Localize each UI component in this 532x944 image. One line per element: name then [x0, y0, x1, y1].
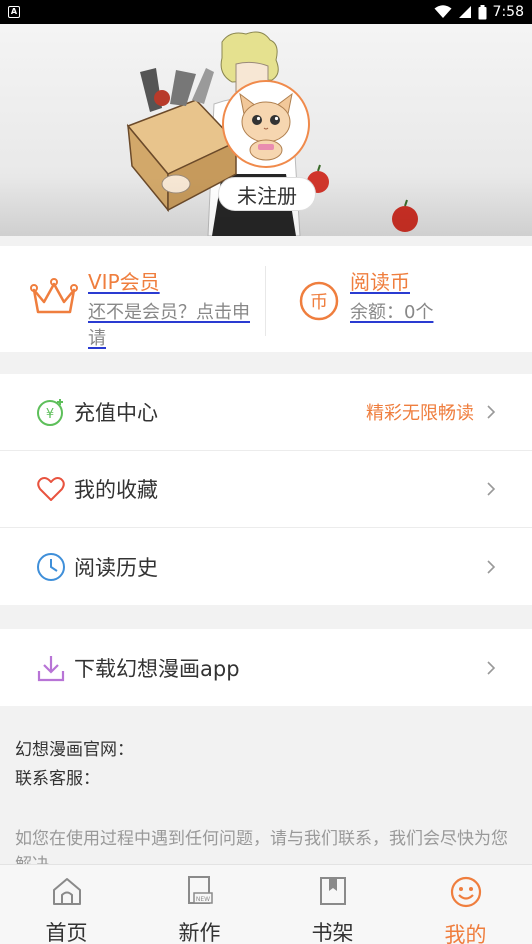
new-icon: NEW: [183, 875, 217, 907]
tab-bookshelf[interactable]: 书架: [266, 865, 399, 944]
menu-item-label: 阅读历史: [74, 555, 158, 580]
svg-text:¥: ¥: [46, 407, 54, 422]
tab-new[interactable]: NEW 新作: [133, 865, 266, 944]
svg-text:币: 币: [310, 292, 328, 313]
bottom-tab-bar: 首页 NEW 新作 书架 我的: [0, 864, 532, 944]
app-notification-icon: A: [8, 6, 20, 18]
menu-item-label: 充值中心: [74, 401, 158, 425]
tab-label: 书架: [311, 921, 354, 944]
chevron-right-icon: [487, 660, 496, 675]
recharge-hint: 精彩无限畅读: [366, 403, 474, 424]
wifi-icon: [434, 5, 452, 18]
cat-avatar-icon: [239, 92, 293, 161]
official-website-label: 幻想漫画官网：: [15, 740, 134, 760]
download-icon: [36, 653, 66, 683]
tab-label: 新作: [178, 921, 221, 944]
coins-balance-link[interactable]: 余额：0个: [350, 300, 515, 326]
user-avatar[interactable]: [222, 80, 310, 168]
customer-service-label: 联系客服：: [15, 769, 100, 789]
home-icon: [50, 875, 84, 907]
heart-icon: [36, 474, 66, 504]
clock-time: 7:58: [492, 4, 524, 20]
menu-item-favorites[interactable]: 我的收藏: [0, 451, 532, 528]
profile-banner: 未注册: [0, 24, 532, 236]
bookshelf-icon: [316, 875, 350, 907]
tab-label: 我的: [444, 923, 487, 944]
menu-group: ¥ 充值中心 精彩无限畅读 我的收藏 阅读历史: [0, 374, 532, 605]
chevron-right-icon: [487, 559, 496, 574]
tab-home[interactable]: 首页: [0, 865, 133, 944]
menu-item-recharge[interactable]: ¥ 充值中心 精彩无限畅读: [0, 374, 532, 451]
membership-section: VIP会员 还不是会员？点击申请 币 阅读币 余额：0个: [0, 246, 532, 352]
register-button[interactable]: 未注册: [218, 177, 316, 211]
menu-item-label: 下载幻想漫画app: [74, 656, 240, 681]
contact-info: 幻想漫画官网： 联系客服： 如您在使用过程中遇到任何问题，请与我们联系，我们会尽…: [15, 736, 520, 878]
smile-icon: [449, 875, 483, 909]
tab-label: 首页: [45, 921, 88, 944]
crown-icon: [30, 278, 78, 314]
menu-item-download-app[interactable]: 下载幻想漫画app: [0, 629, 532, 706]
clock-icon: [36, 552, 66, 582]
vip-apply-link[interactable]: 还不是会员？点击申请: [88, 300, 253, 352]
status-bar: A 7:58: [0, 0, 532, 24]
chevron-right-icon: [487, 482, 496, 496]
tab-mine[interactable]: 我的: [399, 865, 532, 944]
vip-title-link[interactable]: VIP会员: [88, 268, 253, 296]
recharge-icon: ¥: [36, 397, 66, 427]
chevron-right-icon: [487, 405, 496, 419]
vip-membership-card[interactable]: VIP会员 还不是会员？点击申请: [0, 246, 264, 352]
svg-text:NEW: NEW: [195, 896, 209, 903]
signal-icon: [458, 6, 471, 18]
reading-coins-title-link[interactable]: 阅读币: [350, 268, 515, 296]
download-group: 下载幻想漫画app: [0, 629, 532, 706]
reading-coins-card[interactable]: 币 阅读币 余额：0个: [264, 246, 532, 352]
coin-icon: 币: [299, 281, 339, 321]
menu-item-label: 我的收藏: [74, 478, 158, 502]
battery-icon: [478, 4, 487, 19]
menu-item-history[interactable]: 阅读历史: [0, 528, 532, 605]
